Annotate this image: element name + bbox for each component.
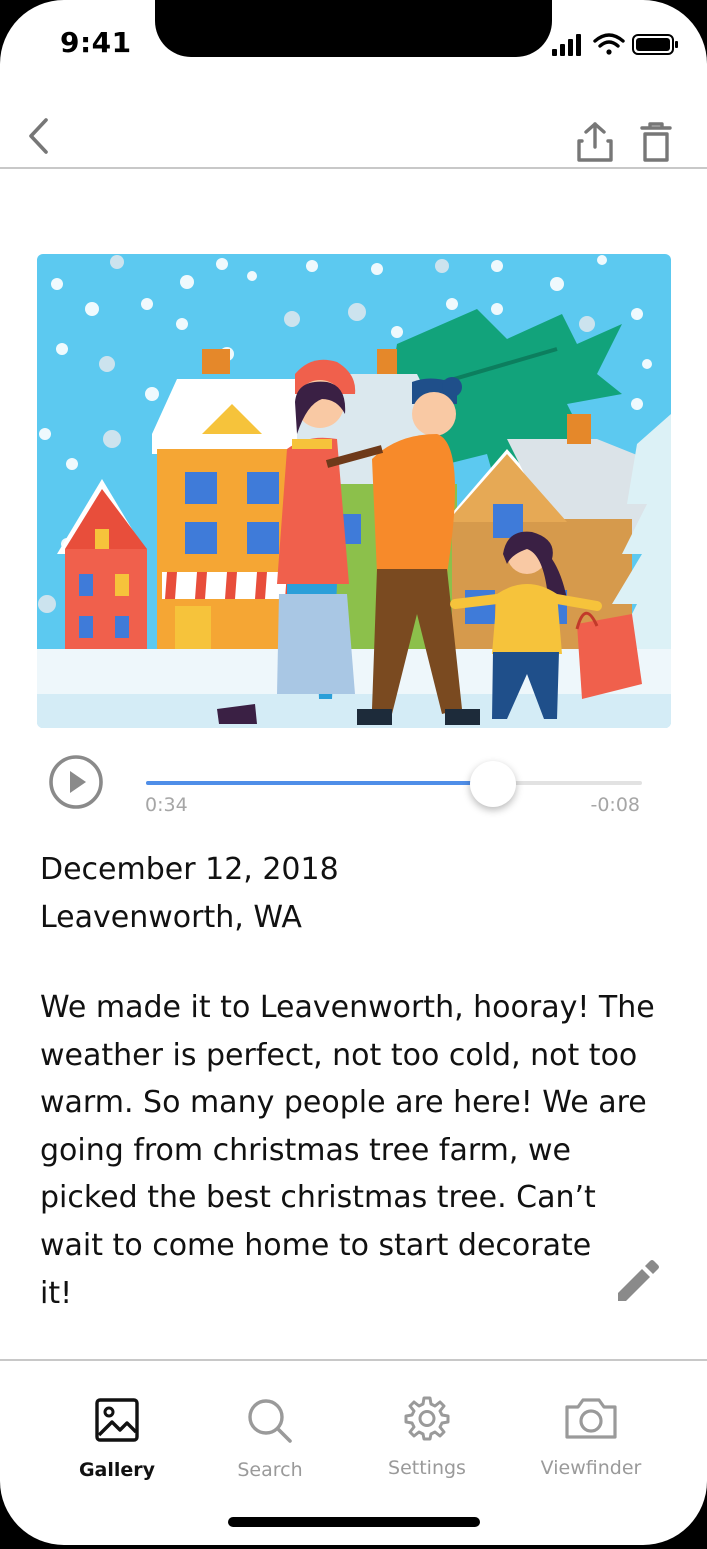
share-icon [577, 122, 613, 162]
cellular-signal-icon [552, 34, 581, 56]
device-notch [155, 0, 552, 57]
share-button[interactable] [574, 120, 616, 164]
status-time: 9:41 [60, 26, 132, 59]
wifi-icon [593, 33, 625, 55]
journal-line: wait to come home to start decorate [40, 1227, 592, 1263]
journal-line: picked the best christmas tree. Can’t [40, 1180, 596, 1216]
battery-icon [632, 34, 678, 55]
delete-button[interactable] [637, 120, 675, 164]
tab-gallery[interactable]: Gallery [42, 1361, 192, 1491]
scrubber-thumb[interactable] [470, 761, 516, 807]
tab-label-settings: Settings [388, 1457, 466, 1479]
journal-line: it! [40, 1275, 73, 1311]
entry-location: Leavenworth, WA [40, 900, 302, 935]
tab-label-search: Search [237, 1459, 303, 1481]
nav-divider [0, 167, 707, 169]
phone-screen: 9:41 0:34 -0:08 December 12, 2018 Leaven… [0, 0, 707, 1545]
journal-line: We made it to Leavenworth, hooray! The [40, 990, 655, 1025]
remaining-time: -0:08 [590, 794, 640, 816]
back-button[interactable] [22, 116, 56, 156]
journal-text: We made it to Leavenworth, hooray! The w… [40, 984, 675, 1317]
play-button[interactable] [48, 754, 104, 810]
navigation-bar [0, 110, 707, 170]
status-icons [552, 33, 678, 56]
search-icon [248, 1399, 292, 1443]
journal-photo [37, 254, 671, 728]
chevron-left-icon [29, 118, 48, 154]
entry-meta: December 12, 2018 Leavenworth, WA [40, 846, 660, 942]
tab-search[interactable]: Search [195, 1361, 345, 1491]
journal-line: going from christmas tree farm, we [40, 1132, 571, 1168]
progress-track[interactable] [146, 781, 642, 785]
play-icon [49, 755, 103, 809]
tab-bar: Gallery Search Settings Viewfinder [0, 1361, 707, 1491]
camera-icon [565, 1398, 617, 1439]
entry-date: December 12, 2018 [40, 852, 339, 887]
progress-fill [146, 781, 493, 785]
elapsed-time: 0:34 [145, 794, 188, 816]
image-icon [95, 1398, 139, 1442]
journal-line: weather is perfect, not too cold, not to… [40, 1037, 638, 1073]
tab-label-viewfinder: Viewfinder [540, 1457, 642, 1479]
gear-icon [404, 1396, 450, 1441]
pencil-icon [618, 1260, 659, 1301]
tab-viewfinder[interactable]: Viewfinder [516, 1361, 666, 1491]
edit-button[interactable] [612, 1255, 664, 1307]
tab-label-gallery: Gallery [78, 1459, 156, 1481]
trash-icon [640, 122, 672, 162]
home-indicator [228, 1517, 480, 1527]
tab-settings[interactable]: Settings [352, 1361, 502, 1491]
audio-player: 0:34 -0:08 [0, 740, 707, 830]
journal-line: warm. So many people are here! We are [40, 1085, 647, 1121]
